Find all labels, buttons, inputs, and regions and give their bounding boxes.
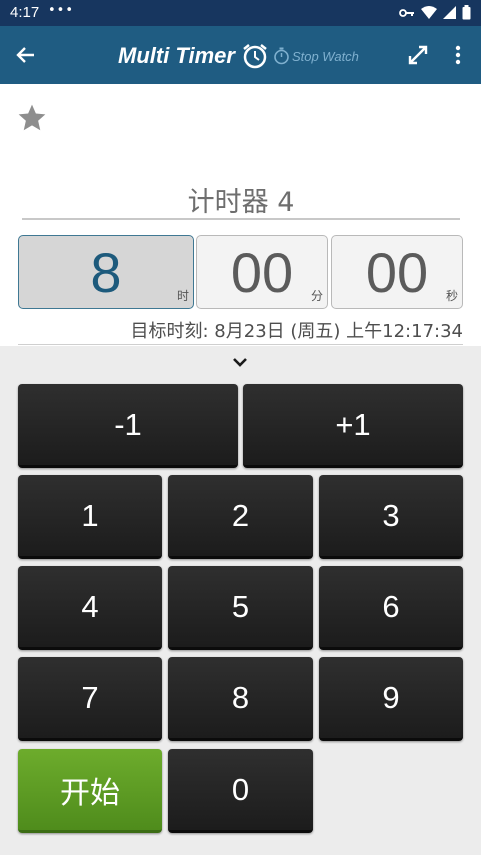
timer-name-underline [22, 218, 460, 220]
key-icon [399, 8, 414, 17]
app-subtitle: Stop Watch [291, 48, 359, 64]
hours-field[interactable]: 8 时 [18, 235, 194, 309]
minus-one-button[interactable]: -1 [18, 384, 238, 468]
start-button[interactable]: 开始 [18, 749, 162, 833]
chevron-down-icon[interactable] [230, 354, 250, 370]
status-time: 4:17 [10, 4, 40, 21]
digit-5-button[interactable]: 5 [168, 566, 313, 650]
alarm-clock-icon [243, 44, 267, 69]
app-logo: Multi Timer Stop Watch [118, 40, 359, 72]
seconds-unit: 秒 [445, 289, 458, 303]
digit-8-button[interactable]: 8 [168, 657, 313, 741]
target-time-text: 目标时刻: 8月23日 (周五) 上午12:17:34 [130, 321, 463, 342]
seconds-field[interactable]: 00 秒 [331, 235, 463, 309]
digit-2-button[interactable]: 2 [168, 475, 313, 559]
target-divider [18, 344, 463, 345]
seconds-value: 00 [365, 241, 429, 304]
hours-unit: 时 [176, 289, 189, 303]
digit-1-button[interactable]: 1 [18, 475, 162, 559]
minutes-value: 00 [230, 241, 294, 304]
back-button[interactable] [10, 39, 42, 71]
more-vert-icon [455, 45, 461, 65]
status-icons [399, 5, 471, 20]
stopwatch-icon [274, 47, 289, 65]
signal-icon [443, 6, 456, 19]
status-bar: 4:17 ••• [0, 0, 481, 26]
minutes-field[interactable]: 00 分 [196, 235, 328, 309]
digit-0-button[interactable]: 0 [168, 749, 313, 833]
notification-dots: ••• [48, 3, 75, 18]
overflow-menu-button[interactable] [446, 39, 470, 71]
app-bar: Multi Timer Stop Watch [0, 26, 481, 84]
hours-value: 8 [90, 241, 122, 304]
back-arrow-icon [16, 47, 34, 63]
wifi-icon [421, 6, 437, 19]
digit-7-button[interactable]: 7 [18, 657, 162, 741]
expand-button[interactable] [402, 39, 434, 71]
digit-3-button[interactable]: 3 [319, 475, 463, 559]
star-icon[interactable] [16, 102, 48, 134]
plus-one-button[interactable]: +1 [243, 384, 463, 468]
minutes-unit: 分 [310, 289, 323, 303]
digit-9-button[interactable]: 9 [319, 657, 463, 741]
timer-name-field[interactable]: 计时器 4 [22, 180, 460, 219]
app-title: Multi Timer [118, 43, 235, 68]
battery-icon [462, 5, 471, 20]
digit-4-button[interactable]: 4 [18, 566, 162, 650]
digit-6-button[interactable]: 6 [319, 566, 463, 650]
expand-icon [408, 45, 428, 65]
